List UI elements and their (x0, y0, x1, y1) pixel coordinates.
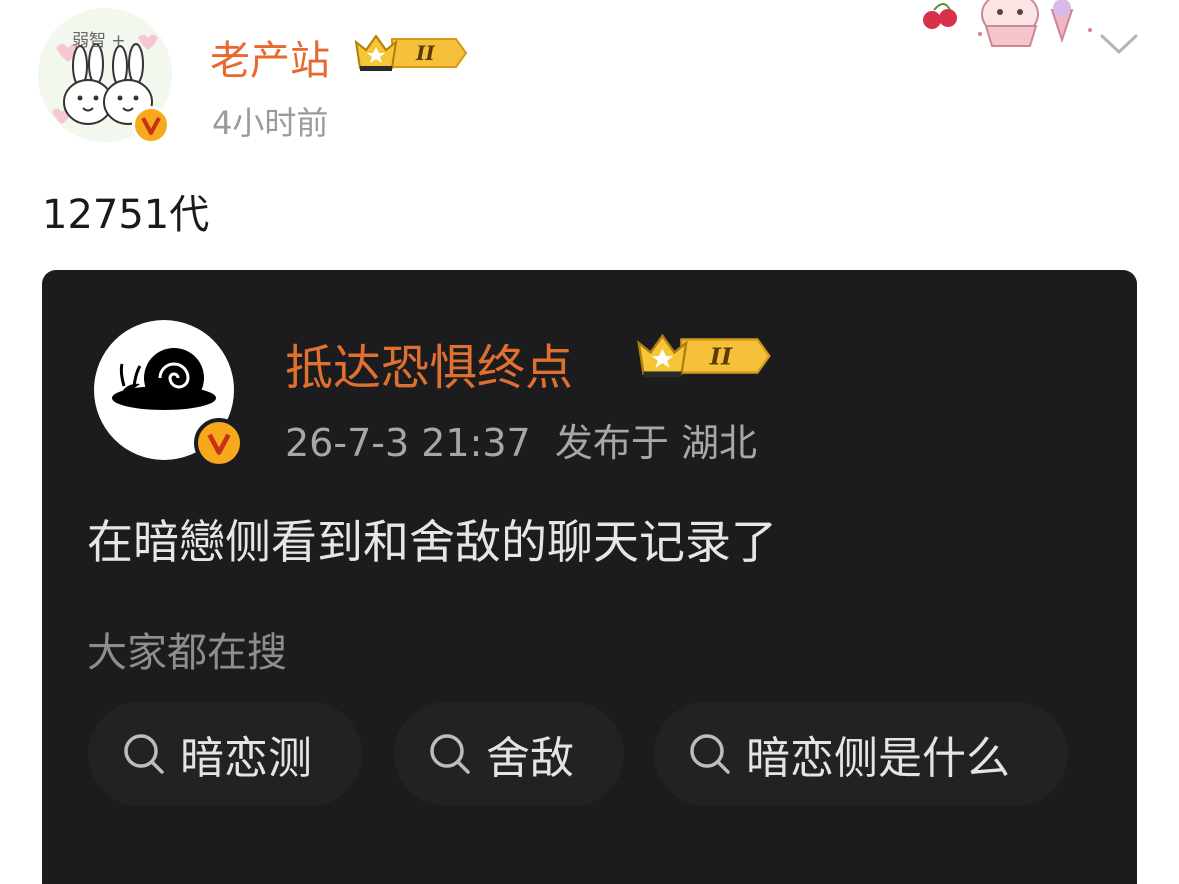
crown-icon: II (354, 34, 468, 71)
search-chip-label: 暗恋测 (180, 733, 312, 784)
verified-v-icon (132, 106, 170, 144)
level-badge-text: II (709, 342, 733, 370)
trending-search-heading: 大家都在搜 (87, 630, 287, 676)
decorative-sticker (923, 0, 1092, 47)
search-icon (430, 734, 470, 774)
search-chip[interactable]: 暗恋侧是什么 (654, 702, 1068, 806)
search-chip[interactable]: 舍敌 (394, 702, 624, 806)
author-username[interactable]: 老产站 (210, 28, 330, 86)
search-icon (124, 734, 164, 774)
post-text: 12751代 (42, 192, 210, 238)
crown-icon: II (637, 333, 771, 378)
search-chip-label: 暗恋侧是什么 (746, 733, 1010, 784)
quoted-post-date: 26-7-3 21:37 (285, 421, 531, 465)
search-chip[interactable]: 暗恋测 (88, 702, 362, 806)
search-icon (690, 734, 730, 774)
level-badge-text: II (415, 41, 435, 65)
verified-v-icon (194, 418, 244, 468)
quoted-post-meta: 26-7-3 21:37 发布于 湖北 (285, 412, 757, 467)
quoted-post-card[interactable]: 抵达恐惧终点 II 26-7-3 21:37 发布于 湖北 在暗戀侧看到和舍敌的… (42, 270, 1137, 884)
post-timestamp: 4小时前 (212, 104, 329, 142)
quoted-post-body: 在暗戀侧看到和舍敌的聊天记录了 (87, 515, 777, 569)
quoted-author-username[interactable]: 抵达恐惧终点 (285, 328, 573, 398)
chevron-down-icon[interactable] (1098, 30, 1140, 58)
search-chip-label: 舍敌 (486, 733, 574, 784)
quoted-post-location: 发布于 湖北 (554, 421, 757, 465)
avatar-caption: 弱智 + (72, 31, 126, 51)
